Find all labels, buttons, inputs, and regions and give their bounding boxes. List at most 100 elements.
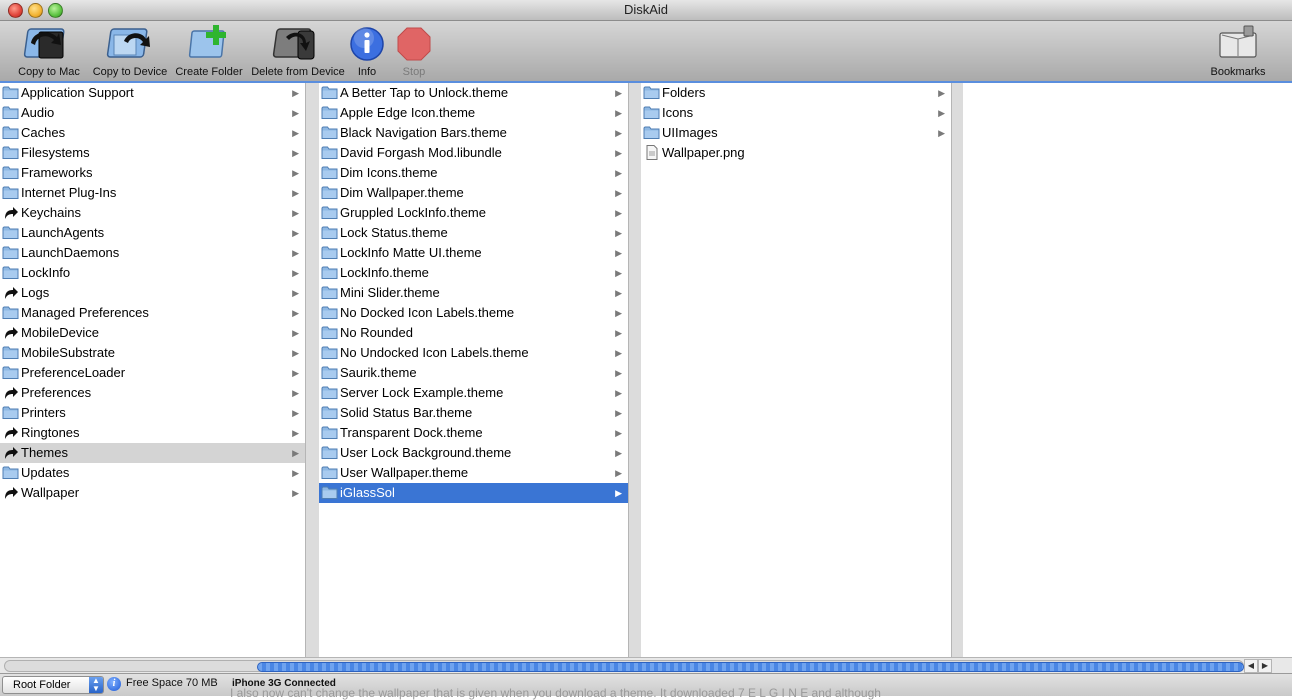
folder-icon — [321, 246, 338, 259]
browser-row-label: Ringtones — [21, 425, 80, 440]
browser-row[interactable]: Wallpaper ▶ — [0, 483, 305, 503]
folder-icon — [321, 446, 338, 459]
folder-icon — [2, 306, 19, 319]
browser-row[interactable]: Frameworks ▶ — [0, 163, 305, 183]
scroll-track[interactable] — [4, 660, 1244, 672]
disclosure-arrow-icon: ▶ — [938, 128, 945, 138]
browser-row[interactable]: No Undocked Icon Labels.theme ▶ — [319, 343, 628, 363]
browser-row[interactable]: Dim Wallpaper.theme ▶ — [319, 183, 628, 203]
browser-row[interactable]: David Forgash Mod.libundle ▶ — [319, 143, 628, 163]
browser-row[interactable]: No Docked Icon Labels.theme ▶ — [319, 303, 628, 323]
browser-row[interactable]: Themes ▶ — [0, 443, 305, 463]
browser-row[interactable]: LockInfo ▶ — [0, 263, 305, 283]
browser-row[interactable]: Printers ▶ — [0, 403, 305, 423]
browser-row[interactable]: UIImages ▶ — [641, 123, 951, 143]
alias-icon — [5, 387, 18, 399]
copy-to-mac-button[interactable]: Copy to Mac — [17, 23, 81, 78]
browser-row[interactable]: iGlassSol ▶ — [319, 483, 628, 503]
root-folder-popup[interactable]: Root Folder ▲ ▼ — [2, 676, 104, 694]
browser-row[interactable]: Caches ▶ — [0, 123, 305, 143]
browser-row[interactable]: Dim Icons.theme ▶ — [319, 163, 628, 183]
disclosure-arrow-icon: ▶ — [615, 488, 622, 498]
browser-column-3[interactable]: Folders ▶ Icons ▶ UIImages ▶ Wallpaper.png — [641, 83, 952, 657]
disclosure-arrow-icon: ▶ — [938, 88, 945, 98]
folder-icon — [2, 226, 19, 239]
create-folder-button[interactable]: Create Folder — [174, 23, 244, 78]
browser-row[interactable]: Internet Plug-Ins ▶ — [0, 183, 305, 203]
browser-row[interactable]: Black Navigation Bars.theme ▶ — [319, 123, 628, 143]
scroll-left-arrow[interactable]: ◀ — [1244, 659, 1258, 673]
browser-row[interactable]: Updates ▶ — [0, 463, 305, 483]
browser-row-label: Printers — [21, 405, 66, 420]
browser-row[interactable]: Filesystems ▶ — [0, 143, 305, 163]
browser-row[interactable]: Preferences ▶ — [0, 383, 305, 403]
copy-to-device-button[interactable]: Copy to Device — [92, 23, 168, 78]
scroll-thumb[interactable] — [257, 662, 1244, 672]
disclosure-arrow-icon: ▶ — [615, 368, 622, 378]
browser-row[interactable]: LockInfo Matte UI.theme ▶ — [319, 243, 628, 263]
stop-button[interactable]: Stop — [394, 23, 434, 78]
browser-row[interactable]: Ringtones ▶ — [0, 423, 305, 443]
column-divider[interactable] — [952, 83, 963, 657]
window-title: DiskAid — [623, 2, 669, 17]
browser-column-2[interactable]: A Better Tap to Unlock.theme ▶ Apple Edge … — [319, 83, 629, 657]
browser-column-4[interactable] — [963, 83, 1292, 657]
free-space-info-icon: i — [107, 677, 121, 691]
free-space-text: Free Space 70 MB — [126, 677, 218, 689]
browser-row[interactable]: PreferenceLoader ▶ — [0, 363, 305, 383]
folder-icon — [321, 406, 338, 419]
browser-row-label: Themes — [21, 445, 68, 460]
browser-row[interactable]: Application Support ▶ — [0, 83, 305, 103]
browser-row[interactable]: Solid Status Bar.theme ▶ — [319, 403, 628, 423]
browser-row[interactable]: Apple Edge Icon.theme ▶ — [319, 103, 628, 123]
column-divider[interactable] — [629, 83, 641, 657]
copy-to-device-icon — [106, 28, 150, 58]
disclosure-arrow-icon: ▶ — [292, 448, 299, 458]
copy-to-device-label: Copy to Device — [92, 66, 168, 78]
browser-row[interactable]: LaunchAgents ▶ — [0, 223, 305, 243]
bookmarks-label: Bookmarks — [1210, 66, 1266, 78]
browser-row[interactable]: Server Lock Example.theme ▶ — [319, 383, 628, 403]
scroll-right-arrow[interactable]: ▶ — [1258, 659, 1272, 673]
browser-row[interactable]: Gruppled LockInfo.theme ▶ — [319, 203, 628, 223]
browser-row[interactable]: MobileDevice ▶ — [0, 323, 305, 343]
browser-row[interactable]: MobileSubstrate ▶ — [0, 343, 305, 363]
browser-row[interactable]: Wallpaper.png — [641, 143, 951, 163]
popup-arrows-icon: ▲ ▼ — [89, 677, 103, 693]
browser-row-label: Logs — [21, 285, 50, 300]
browser-row[interactable]: User Wallpaper.theme ▶ — [319, 463, 628, 483]
column-divider[interactable] — [306, 83, 319, 657]
disclosure-arrow-icon: ▶ — [615, 408, 622, 418]
folder-icon — [2, 106, 19, 119]
disclosure-arrow-icon: ▶ — [615, 348, 622, 358]
browser-row[interactable]: Lock Status.theme ▶ — [319, 223, 628, 243]
browser-row[interactable]: Keychains ▶ — [0, 203, 305, 223]
browser-row[interactable]: Folders ▶ — [641, 83, 951, 103]
browser-row[interactable]: No Rounded ▶ — [319, 323, 628, 343]
browser-row[interactable]: Transparent Dock.theme ▶ — [319, 423, 628, 443]
browser-row-label: Mini Slider.theme — [340, 285, 440, 300]
info-button[interactable]: Info — [346, 23, 388, 78]
folder-icon — [321, 206, 338, 219]
browser-row[interactable]: Mini Slider.theme ▶ — [319, 283, 628, 303]
browser-column-1[interactable]: Application Support ▶ Audio ▶ Caches ▶ Filesys… — [0, 83, 306, 657]
browser-row[interactable]: Logs ▶ — [0, 283, 305, 303]
bookmarks-icon — [1219, 25, 1257, 58]
disclosure-arrow-icon: ▶ — [938, 108, 945, 118]
delete-from-device-icon — [272, 28, 315, 60]
browser-row[interactable]: LockInfo.theme ▶ — [319, 263, 628, 283]
folder-icon — [2, 366, 19, 379]
browser-row-label: David Forgash Mod.libundle — [340, 145, 502, 160]
browser-row[interactable]: Managed Preferences ▶ — [0, 303, 305, 323]
browser-row[interactable]: Saurik.theme ▶ — [319, 363, 628, 383]
browser-row[interactable]: User Lock Background.theme ▶ — [319, 443, 628, 463]
browser-row[interactable]: Icons ▶ — [641, 103, 951, 123]
browser-row[interactable]: A Better Tap to Unlock.theme ▶ — [319, 83, 628, 103]
horizontal-scrollbar[interactable]: ◀ ▶ — [0, 657, 1292, 673]
delete-from-device-button[interactable]: Delete from Device — [249, 23, 347, 78]
background-window-text: I also now can't change the wallpaper th… — [230, 686, 881, 700]
bookmarks-button[interactable]: Bookmarks — [1204, 23, 1272, 78]
browser-row-label: No Undocked Icon Labels.theme — [340, 345, 529, 360]
browser-row[interactable]: Audio ▶ — [0, 103, 305, 123]
browser-row[interactable]: LaunchDaemons ▶ — [0, 243, 305, 263]
